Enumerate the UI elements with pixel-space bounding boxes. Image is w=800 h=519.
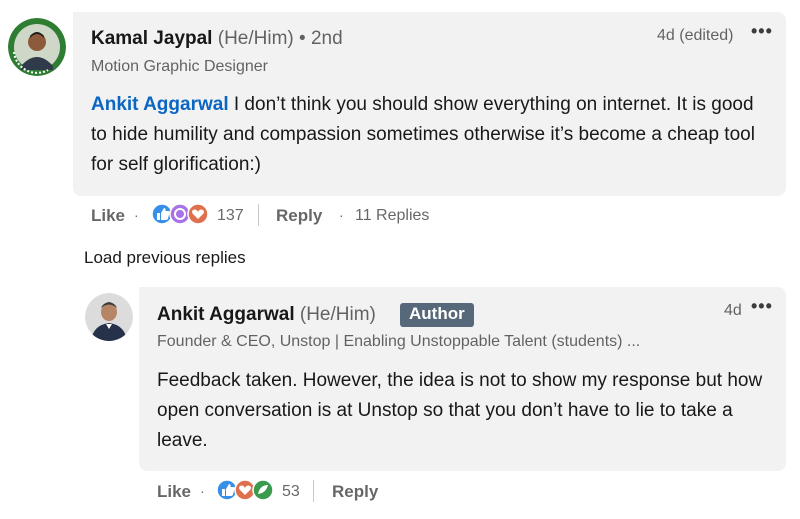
comment-timestamp: 4d (edited) xyxy=(657,27,734,44)
reply-author-line[interactable]: Ankit Aggarwal (He/Him) xyxy=(157,304,376,326)
reply-timestamp: 4d xyxy=(724,302,742,319)
like-icon xyxy=(151,203,173,225)
connection-degree: • 2nd xyxy=(299,28,343,49)
replies-count-link[interactable]: 11 Replies xyxy=(355,207,429,225)
load-previous-replies-link[interactable]: Load previous replies xyxy=(84,248,246,268)
like-icon xyxy=(216,479,238,501)
comment-reactions[interactable] xyxy=(151,203,213,225)
comment-author-headline: Motion Graphic Designer xyxy=(91,58,268,75)
comment-author-line[interactable]: Kamal Jaypal (He/Him) • 2nd xyxy=(91,28,343,50)
comment-like-button[interactable]: Like xyxy=(91,206,125,226)
comment-reply-button[interactable]: Reply xyxy=(276,206,322,226)
comment-author-name[interactable]: Kamal Jaypal xyxy=(91,28,212,49)
divider xyxy=(313,480,314,502)
reply-reaction-count[interactable]: 53 xyxy=(282,483,300,501)
comment-more-options-icon[interactable]: ••• xyxy=(751,21,773,42)
author-badge: Author xyxy=(400,303,474,327)
love-icon xyxy=(234,479,256,501)
reply-author-headline: Founder & CEO, Unstop | Enabling Unstopp… xyxy=(157,333,641,350)
separator-dot: · xyxy=(339,207,344,223)
comment-reaction-count[interactable]: 137 xyxy=(217,207,244,225)
mention-link[interactable]: Ankit Aggarwal xyxy=(91,94,229,115)
comment-text: Ankit Aggarwal I don’t think you should … xyxy=(91,90,771,180)
divider xyxy=(258,204,259,226)
separator-dot: · xyxy=(200,483,205,499)
reply-like-button[interactable]: Like xyxy=(157,482,191,502)
reply-text: Feedback taken. However, the idea is not… xyxy=(157,370,763,451)
avatar-kamal[interactable] xyxy=(8,18,66,76)
reply-author-pronouns: (He/Him) xyxy=(299,304,376,325)
love-icon xyxy=(187,203,209,225)
reply-more-options-icon[interactable]: ••• xyxy=(751,296,773,317)
separator-dot: · xyxy=(134,207,139,223)
reply-reply-button[interactable]: Reply xyxy=(332,482,378,502)
reply-author-name[interactable]: Ankit Aggarwal xyxy=(157,304,295,325)
insightful-icon xyxy=(252,479,274,501)
reply-reactions[interactable] xyxy=(216,479,278,501)
avatar-ankit[interactable] xyxy=(85,293,133,341)
support-icon xyxy=(169,203,191,225)
comment-author-pronouns: (He/Him) xyxy=(217,28,294,49)
